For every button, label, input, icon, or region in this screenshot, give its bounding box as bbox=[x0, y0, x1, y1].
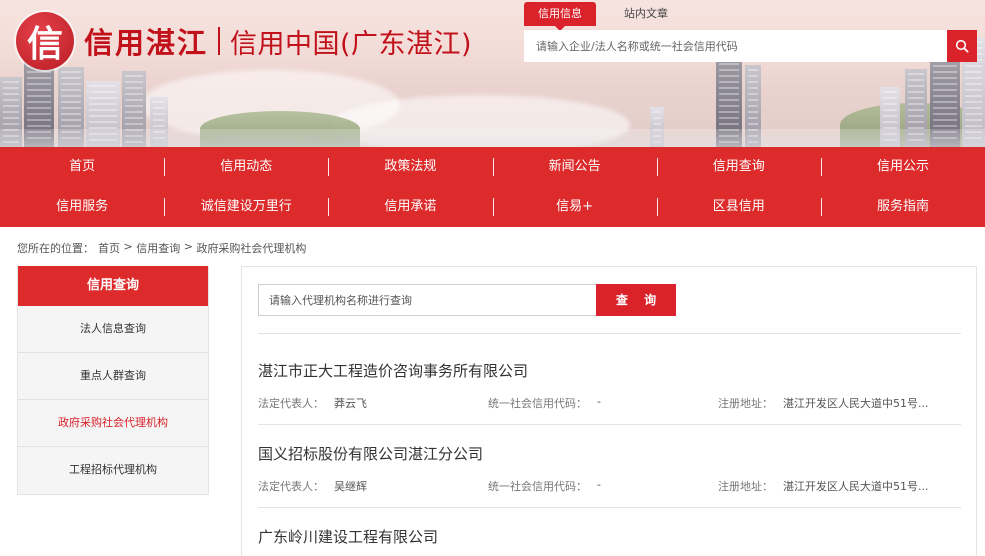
search-icon bbox=[955, 39, 969, 53]
meta-credit-code: 统一社会信用代码： - bbox=[488, 478, 718, 494]
breadcrumb-prefix: 您所在的位置： bbox=[17, 242, 94, 255]
nav-row-2: 信用服务 诚信建设万里行 信用承诺 信易+ 区县信用 服务指南 bbox=[0, 187, 985, 227]
meta-legal-rep: 法定代表人： 吴继辉 bbox=[258, 478, 488, 494]
address-value: 湛江开发区人民大道中51号... bbox=[783, 480, 929, 493]
sidebar-item-procurement-agencies[interactable]: 政府采购社会代理机构 bbox=[18, 400, 208, 447]
search-tab-site-articles[interactable]: 站内文章 bbox=[610, 2, 682, 26]
divider bbox=[258, 333, 961, 334]
main-content: 查 询 湛江市正大工程造价咨询事务所有限公司 法定代表人： 莽云飞 统一社会信用… bbox=[241, 266, 977, 556]
result-item: 国义招标股份有限公司湛江分公司 法定代表人： 吴继辉 统一社会信用代码： - 注… bbox=[258, 443, 961, 494]
sidebar-item-legal-person-query[interactable]: 法人信息查询 bbox=[18, 306, 208, 353]
nav-item-credit-news[interactable]: 信用动态 bbox=[164, 147, 328, 187]
nav-item-service-guide[interactable]: 服务指南 bbox=[820, 187, 985, 227]
header-search-button[interactable] bbox=[947, 30, 977, 62]
breadcrumb-separator: > bbox=[120, 240, 137, 253]
divider bbox=[258, 507, 961, 508]
breadcrumb-current: 政府采购社会代理机构 bbox=[196, 242, 307, 255]
credit-code-label: 统一社会信用代码： bbox=[488, 397, 587, 410]
main-nav: 首页 信用动态 政策法规 新闻公告 信用查询 信用公示 信用服务 诚信建设万里行… bbox=[0, 147, 985, 227]
search-tabs: 信用信息 站内文章 bbox=[524, 2, 682, 31]
nav-item-credit-query[interactable]: 信用查询 bbox=[656, 147, 821, 187]
credit-code-value: - bbox=[597, 478, 601, 491]
nav-item-integrity-campaign[interactable]: 诚信建设万里行 bbox=[164, 187, 328, 227]
address-label: 注册地址： bbox=[718, 397, 773, 410]
search-tab-credit-info[interactable]: 信用信息 bbox=[524, 2, 596, 31]
nav-item-xinyi-plus[interactable]: 信易+ bbox=[492, 187, 657, 227]
result-name[interactable]: 湛江市正大工程造价咨询事务所有限公司 bbox=[258, 360, 961, 381]
agency-query: 查 询 bbox=[258, 284, 676, 316]
result-item: 湛江市正大工程造价咨询事务所有限公司 法定代表人： 莽云飞 统一社会信用代码： … bbox=[258, 360, 961, 411]
logo-separator bbox=[218, 27, 221, 55]
header-banner: 信 信用湛江 信用中国(广东湛江) 信用信息 站内文章 bbox=[0, 0, 985, 147]
legal-rep-value: 莽云飞 bbox=[334, 397, 367, 410]
nav-item-county-credit[interactable]: 区县信用 bbox=[656, 187, 821, 227]
sidebar: 信用查询 法人信息查询 重点人群查询 政府采购社会代理机构 工程招标代理机构 bbox=[17, 266, 209, 495]
divider bbox=[258, 424, 961, 425]
site-logo[interactable]: 信 信用湛江 信用中国(广东湛江) bbox=[16, 12, 472, 70]
breadcrumb-home[interactable]: 首页 bbox=[98, 240, 120, 256]
header-search bbox=[524, 30, 977, 62]
result-meta: 法定代表人： 吴继辉 统一社会信用代码： - 注册地址： 湛江开发区人民大道中5… bbox=[258, 478, 961, 494]
meta-address: 注册地址： 湛江开发区人民大道中51号... bbox=[718, 478, 961, 494]
credit-code-label: 统一社会信用代码： bbox=[488, 480, 587, 493]
nav-item-credit-publicity[interactable]: 信用公示 bbox=[820, 147, 985, 187]
logo-seal: 信 bbox=[16, 12, 74, 70]
nav-item-credit-commitment[interactable]: 信用承诺 bbox=[328, 187, 492, 227]
header-search-input[interactable] bbox=[524, 30, 947, 62]
address-label: 注册地址： bbox=[718, 480, 773, 493]
sidebar-item-tender-agencies[interactable]: 工程招标代理机构 bbox=[18, 447, 208, 494]
nav-item-policies[interactable]: 政策法规 bbox=[328, 147, 492, 187]
meta-credit-code: 统一社会信用代码： - bbox=[488, 395, 718, 411]
banner-water bbox=[0, 129, 985, 147]
legal-rep-label: 法定代表人： bbox=[258, 480, 324, 493]
logo-subtitle: 信用中国(广东湛江) bbox=[230, 28, 473, 60]
nav-item-announcements[interactable]: 新闻公告 bbox=[492, 147, 657, 187]
breadcrumb-separator: > bbox=[180, 240, 197, 253]
sidebar-item-key-groups-query[interactable]: 重点人群查询 bbox=[18, 353, 208, 400]
breadcrumb: 您所在的位置： 首页 > 信用查询 > 政府采购社会代理机构 bbox=[17, 240, 306, 256]
legal-rep-label: 法定代表人： bbox=[258, 397, 324, 410]
agency-search-input[interactable] bbox=[258, 284, 596, 316]
result-name[interactable]: 国义招标股份有限公司湛江分公司 bbox=[258, 443, 961, 464]
query-button[interactable]: 查 询 bbox=[596, 284, 676, 316]
result-item: 广东岭川建设工程有限公司 bbox=[258, 526, 961, 547]
breadcrumb-credit-query[interactable]: 信用查询 bbox=[136, 240, 180, 256]
logo-title: 信用湛江 bbox=[84, 26, 209, 60]
meta-address: 注册地址： 湛江开发区人民大道中51号... bbox=[718, 395, 961, 411]
credit-code-value: - bbox=[597, 395, 601, 408]
nav-item-credit-service[interactable]: 信用服务 bbox=[0, 187, 164, 227]
nav-item-home[interactable]: 首页 bbox=[0, 147, 164, 187]
result-meta: 法定代表人： 莽云飞 统一社会信用代码： - 注册地址： 湛江开发区人民大道中5… bbox=[258, 395, 961, 411]
sidebar-title: 信用查询 bbox=[18, 266, 208, 306]
address-value: 湛江开发区人民大道中51号... bbox=[783, 397, 929, 410]
nav-row-1: 首页 信用动态 政策法规 新闻公告 信用查询 信用公示 bbox=[0, 147, 985, 187]
meta-legal-rep: 法定代表人： 莽云飞 bbox=[258, 395, 488, 411]
result-name[interactable]: 广东岭川建设工程有限公司 bbox=[258, 526, 961, 547]
legal-rep-value: 吴继辉 bbox=[334, 480, 367, 493]
